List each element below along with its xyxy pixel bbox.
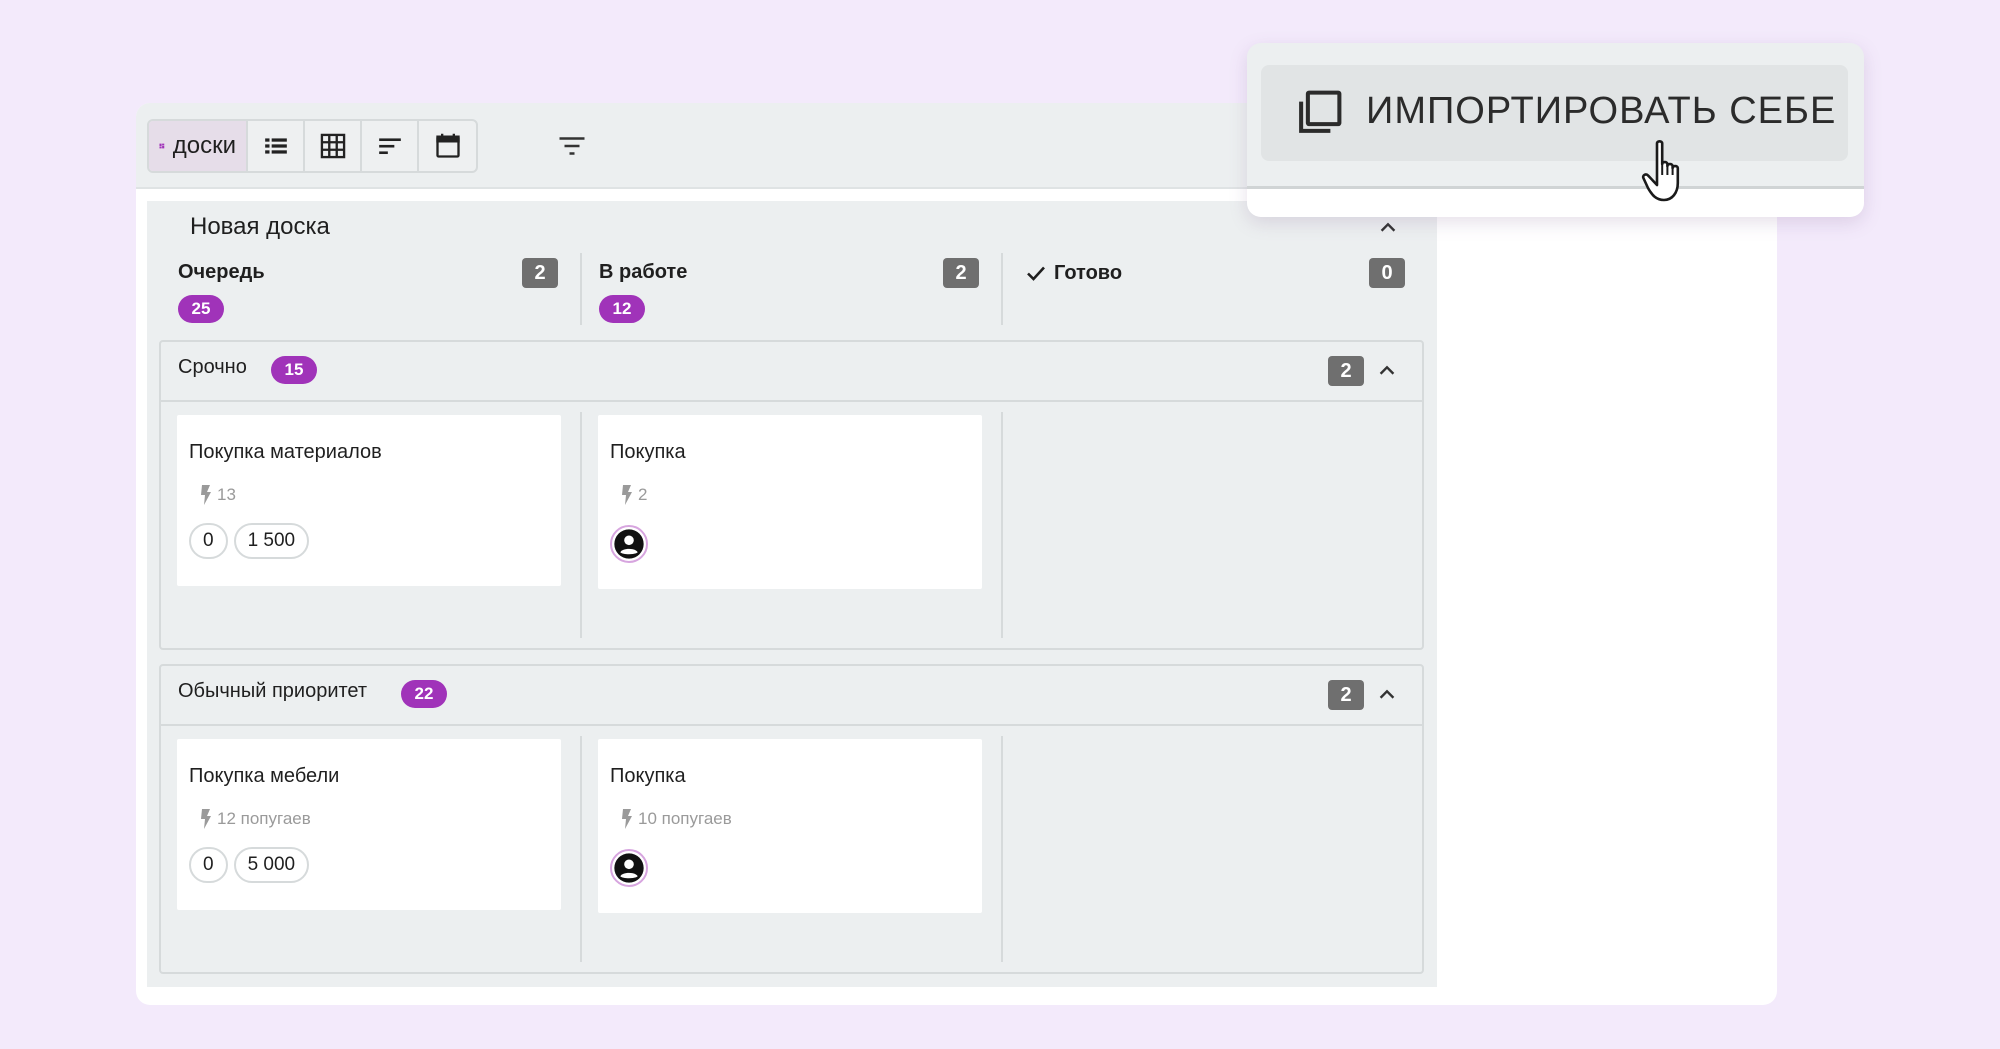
bolt-icon [622, 809, 632, 829]
bolt-icon [622, 485, 632, 505]
table-icon [320, 133, 345, 159]
column-name: Очередь [178, 261, 265, 283]
view-boards-button[interactable]: доски [149, 121, 248, 171]
card-meta-value: 12 попугаев [217, 809, 311, 828]
card-chip[interactable]: 1 500 [233, 523, 310, 559]
card-chips: 0 5 000 [189, 847, 310, 883]
column-divider [580, 736, 582, 962]
card-meta: 13 [199, 485, 236, 505]
column-header-done: Готово 0 [1024, 255, 1405, 325]
view-table-button[interactable] [305, 121, 362, 171]
filter-icon [559, 137, 585, 155]
chevron-up-icon [1380, 222, 1396, 232]
card-meta-value: 10 попугаев [638, 809, 732, 828]
card-title: Покупка [610, 441, 686, 463]
swimlane-header: Срочно 15 2 [161, 342, 1422, 402]
user-icon [614, 529, 644, 559]
column-divider [1001, 412, 1003, 638]
board-collapse-button[interactable] [1374, 214, 1402, 242]
view-switcher: доски [147, 119, 478, 173]
avatar[interactable] [610, 849, 648, 887]
filter-button[interactable] [552, 126, 592, 166]
chevron-up-icon [1379, 689, 1395, 699]
column-divider [580, 253, 582, 325]
avatar[interactable] [610, 525, 648, 563]
board-title: Новая доска [190, 213, 330, 240]
task-card[interactable]: Покупка 2 [598, 415, 982, 589]
card-meta: 10 попугаев [620, 809, 732, 829]
card-chips: 0 1 500 [189, 523, 310, 559]
swimlane-title: Срочно [178, 356, 247, 378]
check-icon [1027, 266, 1045, 281]
swimlane-collapse-button[interactable] [1373, 357, 1401, 385]
task-card[interactable]: Покупка 10 попугаев [598, 739, 982, 913]
gantt-icon [378, 138, 401, 155]
column-header-in-progress: В работе 2 12 [599, 255, 979, 325]
import-to-self-label: ИМПОРТИРОВАТЬ СЕБЕ [1366, 90, 1837, 132]
card-meta: 12 попугаев [199, 809, 311, 829]
card-chip[interactable]: 0 [189, 847, 228, 883]
card-chip[interactable]: 5 000 [233, 847, 310, 883]
column-total-badge: 12 [599, 295, 645, 323]
task-card[interactable]: Покупка материалов 13 0 1 500 [177, 415, 561, 586]
bolt-icon [201, 809, 211, 829]
calendar-icon [435, 133, 460, 158]
swimlane-header: Обычный приоритет 22 2 [161, 666, 1422, 726]
card-meta: 2 [620, 485, 647, 505]
view-gantt-button[interactable] [362, 121, 419, 171]
card-meta-value: 2 [638, 485, 648, 504]
column-count-badge: 0 [1369, 258, 1405, 288]
view-boards-label: доски [172, 132, 236, 159]
import-to-self-button[interactable]: ИМПОРТИРОВАТЬ СЕБЕ [1261, 65, 1848, 161]
column-divider [580, 412, 582, 638]
column-divider [1001, 736, 1003, 962]
swimlane-urgent: Срочно 15 2 Покупка материалов 13 0 1 50… [159, 340, 1424, 650]
user-icon [614, 853, 644, 883]
column-name: В работе [599, 261, 688, 283]
column-name-wrap: Готово [1024, 261, 1122, 285]
hand-cursor-icon [1641, 140, 1680, 202]
board-grid-icon [159, 143, 165, 149]
task-card[interactable]: Покупка мебели 12 попугаев 0 5 000 [177, 739, 561, 910]
card-title: Покупка [610, 765, 686, 787]
copy-icon [1299, 90, 1342, 133]
column-name: Готово [1054, 261, 1123, 284]
column-header-queue: Очередь 2 25 [178, 255, 558, 325]
swimlane-count-badge: 2 [1328, 356, 1364, 386]
card-meta-value: 13 [217, 485, 236, 504]
view-calendar-button[interactable] [419, 121, 476, 171]
swimlane-title: Обычный приоритет [178, 680, 368, 702]
card-title: Покупка мебели [189, 765, 340, 787]
column-total-badge: 25 [178, 295, 224, 323]
column-divider [1001, 253, 1003, 325]
column-count-badge: 2 [522, 258, 558, 288]
bolt-icon [201, 485, 211, 505]
column-count-badge: 2 [943, 258, 979, 288]
card-title: Покупка материалов [189, 441, 382, 463]
popup-bottom [1247, 189, 1864, 217]
chevron-up-icon [1379, 365, 1395, 375]
swimlane-count-badge: 2 [1328, 680, 1364, 710]
swimlane-total-badge: 22 [401, 680, 447, 708]
swimlane-normal: Обычный приоритет 22 2 Покупка мебели 12… [159, 664, 1424, 974]
swimlane-collapse-button[interactable] [1373, 681, 1401, 709]
view-list-button[interactable] [248, 121, 305, 171]
list-icon [264, 138, 287, 154]
swimlane-total-badge: 15 [271, 356, 317, 384]
card-chip[interactable]: 0 [189, 523, 228, 559]
